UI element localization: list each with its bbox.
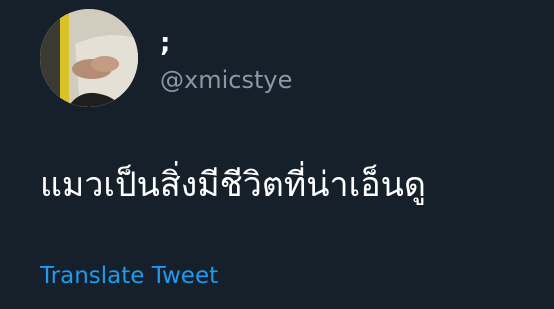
avatar[interactable] (40, 9, 138, 107)
tweet-text: แมวเป็นสิ่งมีชีวิตที่น่าเอ็นดู (40, 165, 426, 205)
display-name[interactable]: ; (160, 28, 170, 58)
user-handle[interactable]: @xmicstye (160, 65, 292, 95)
translate-tweet-link[interactable]: Translate Tweet (40, 261, 218, 291)
avatar-image (40, 9, 138, 107)
tweet-card: ; @xmicstye แมวเป็นสิ่งมีชีวิตที่น่าเอ็น… (0, 0, 554, 309)
